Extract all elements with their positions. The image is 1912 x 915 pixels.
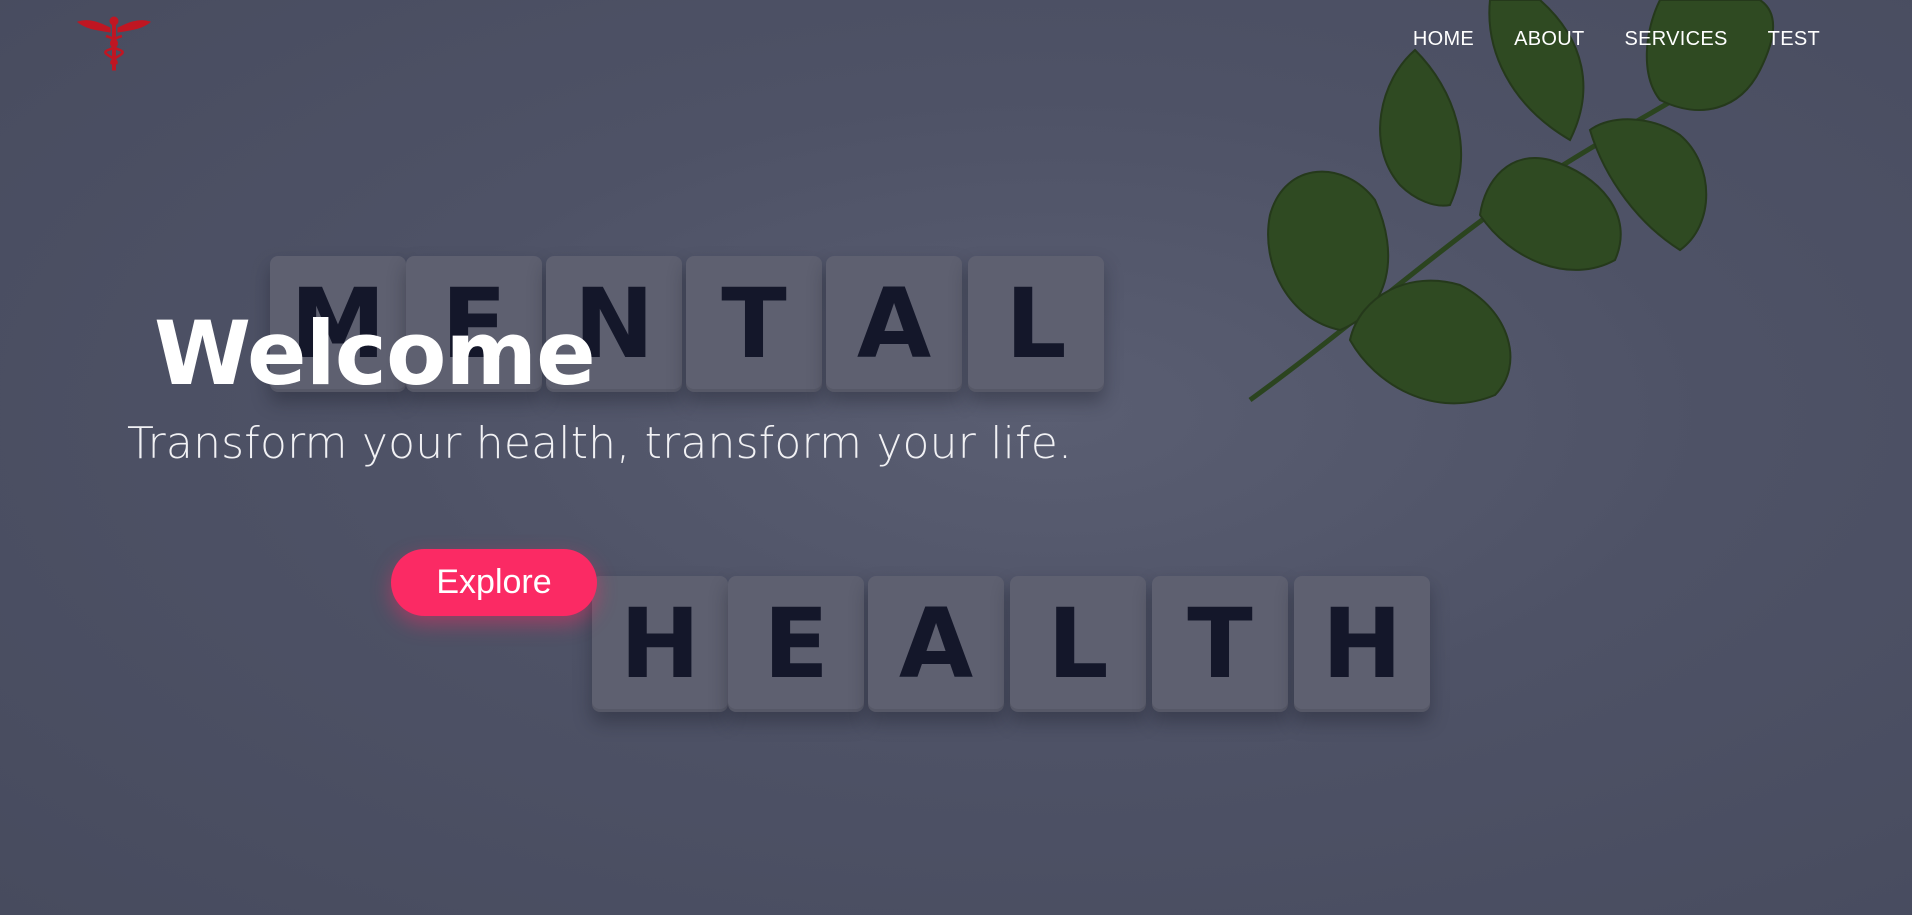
nav-item-services[interactable]: SERVICES <box>1624 28 1727 51</box>
caduceus-icon[interactable] <box>76 8 152 74</box>
explore-button[interactable]: Explore <box>391 549 597 616</box>
letter-tile: A <box>826 256 962 392</box>
main-nav: HOME ABOUT SERVICES TEST <box>1413 28 1820 51</box>
letter-tile: T <box>1152 576 1288 712</box>
nav-item-about[interactable]: ABOUT <box>1514 28 1584 51</box>
letter-tile: E <box>728 576 864 712</box>
letter-tile: L <box>968 256 1104 392</box>
hero-title: Welcome <box>154 302 596 405</box>
letter-tile: L <box>1010 576 1146 712</box>
letter-tile: H <box>1294 576 1430 712</box>
letter-tile: T <box>686 256 822 392</box>
hero-subtitle: Transform your health, transform your li… <box>127 418 1073 469</box>
letter-tile: H <box>592 576 728 712</box>
nav-item-home[interactable]: HOME <box>1413 28 1474 51</box>
letter-tile: A <box>868 576 1004 712</box>
nav-item-test[interactable]: TEST <box>1768 28 1820 51</box>
leaf-sprig-decoration <box>1248 0 1775 405</box>
